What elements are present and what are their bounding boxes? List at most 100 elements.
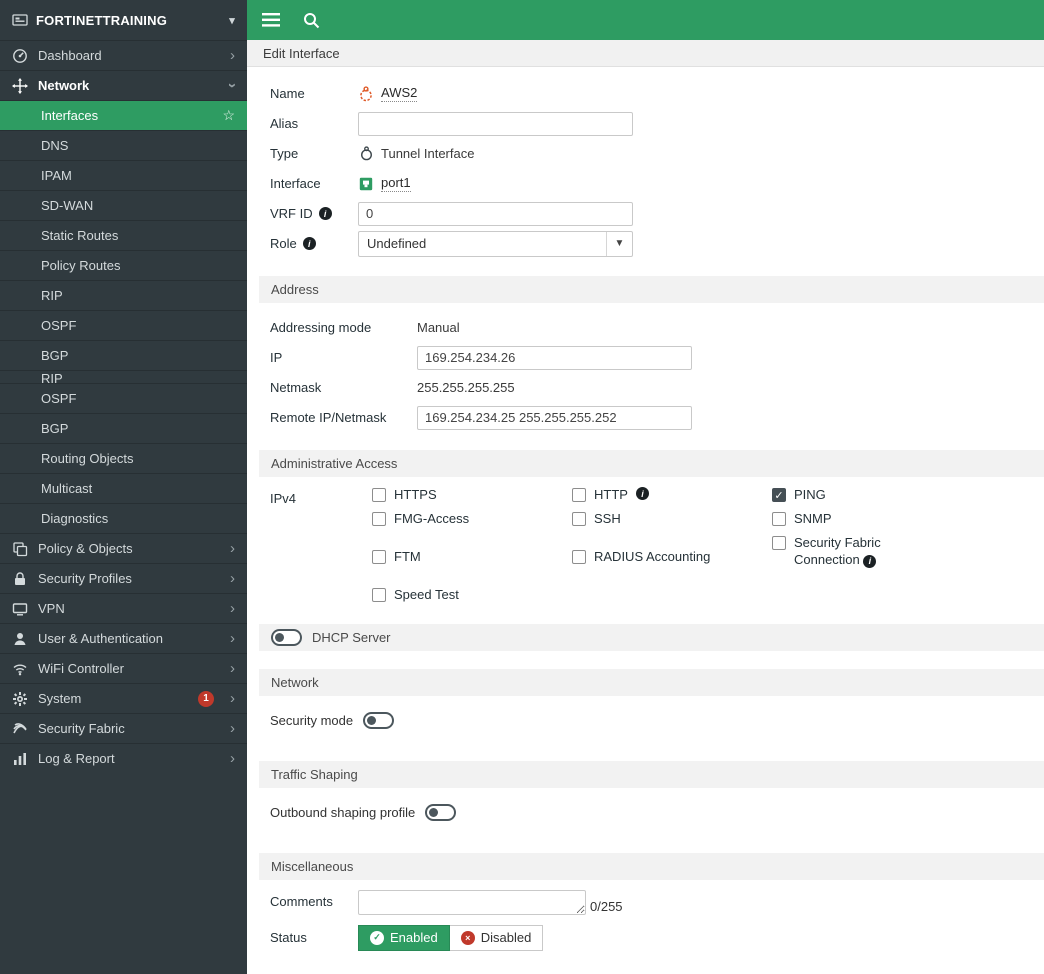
network-icon xyxy=(12,77,28,94)
fortigate-logo-icon xyxy=(12,12,28,28)
netmask-label: Netmask xyxy=(270,380,322,395)
checkbox-radius-accounting[interactable]: RADIUS Accounting xyxy=(572,549,772,564)
disabled-x-icon: × xyxy=(460,930,475,945)
chevron-right-icon: › xyxy=(230,540,235,557)
checkbox[interactable] xyxy=(372,550,386,564)
checkbox[interactable] xyxy=(372,588,386,602)
sidebar-item-multicast[interactable]: Multicast xyxy=(0,473,247,503)
status-segmented-control: ✓ Enabled × Disabled xyxy=(358,924,544,951)
ip-label: IP xyxy=(270,350,283,365)
sidebar-item-bgp-2[interactable]: BGP xyxy=(0,413,247,443)
checkbox[interactable] xyxy=(772,512,786,526)
section-header-network: Network xyxy=(259,669,1044,696)
tunnel-interface-icon xyxy=(358,146,374,162)
brand[interactable]: FORTINETTRAINING ▾ xyxy=(0,0,247,40)
chevron-right-icon: › xyxy=(230,570,235,587)
sidebar-item-security-fabric[interactable]: Security Fabric › xyxy=(0,713,247,743)
sidebar-item-diagnostics[interactable]: Diagnostics xyxy=(0,503,247,533)
status-label: Status xyxy=(270,930,307,945)
app-root: FORTINETTRAINING ▾ Dashboard › Network ›… xyxy=(0,0,1044,974)
sidebar-item-ipam[interactable]: IPAM xyxy=(0,160,247,190)
checkbox[interactable] xyxy=(772,536,786,550)
sidebar-item-bgp[interactable]: BGP xyxy=(0,340,247,370)
sidebar-item-rip-partial[interactable]: RIP xyxy=(0,370,247,383)
lock-icon xyxy=(12,571,28,587)
role-selected-value: Undefined xyxy=(367,236,427,251)
wifi-icon xyxy=(12,661,28,677)
status-enabled-button[interactable]: ✓ Enabled xyxy=(358,924,450,951)
sidebar-item-network[interactable]: Network › xyxy=(0,70,247,100)
search-icon[interactable] xyxy=(301,10,321,30)
checkbox[interactable] xyxy=(572,512,586,526)
info-icon[interactable]: i xyxy=(863,555,877,569)
remote-ip-input[interactable] xyxy=(417,405,692,430)
sidebar-item-policy-routes[interactable]: Policy Routes xyxy=(0,250,247,280)
checkbox-snmp[interactable]: SNMP xyxy=(772,511,1002,526)
checkbox[interactable] xyxy=(572,488,586,502)
checkbox[interactable] xyxy=(772,488,786,502)
dhcp-server-bar: DHCP Server xyxy=(259,624,1044,651)
section-header-miscellaneous: Miscellaneous xyxy=(259,853,1044,880)
sidebar-item-policy-objects[interactable]: Policy & Objects › xyxy=(0,533,247,563)
chevron-right-icon: › xyxy=(230,720,235,737)
sidebar-item-rip[interactable]: RIP xyxy=(0,280,247,310)
dashboard-icon xyxy=(12,48,28,64)
sidebar-item-static-routes[interactable]: Static Routes xyxy=(0,220,247,250)
checkbox-speed-test[interactable]: Speed Test xyxy=(372,587,572,602)
alias-input[interactable] xyxy=(358,111,633,136)
security-mode-toggle[interactable] xyxy=(363,712,395,729)
status-disabled-button[interactable]: × Disabled xyxy=(449,924,544,951)
sidebar-item-label: Network xyxy=(38,78,90,93)
chevron-down-icon: ▾ xyxy=(229,14,235,27)
interface-name-value[interactable]: AWS2 xyxy=(381,85,418,102)
sidebar-item-security-profiles[interactable]: Security Profiles › xyxy=(0,563,247,593)
tunnel-interface-icon xyxy=(358,85,374,102)
chevron-down-icon: ▼ xyxy=(606,231,632,256)
sidebar-item-wifi-controller[interactable]: WiFi Controller › xyxy=(0,653,247,683)
interface-parent-value[interactable]: port1 xyxy=(381,175,411,192)
sidebar-item-vpn[interactable]: VPN › xyxy=(0,593,247,623)
bar-chart-icon xyxy=(12,751,28,767)
checkbox[interactable] xyxy=(572,550,586,564)
info-icon[interactable]: i xyxy=(302,237,316,250)
sidebar-item-ospf-2[interactable]: OSPF xyxy=(0,383,247,413)
outbound-shaping-profile-toggle[interactable] xyxy=(425,804,457,821)
favorite-star-icon[interactable]: ☆ xyxy=(222,107,235,124)
info-icon[interactable]: i xyxy=(635,487,649,500)
sidebar-item-system[interactable]: System 1 › xyxy=(0,683,247,713)
checkbox-ping[interactable]: PING xyxy=(772,487,1002,502)
interface-label: Interface xyxy=(270,176,321,191)
comments-textarea[interactable] xyxy=(358,890,586,915)
sidebar-item-interfaces[interactable]: Interfaces ☆ xyxy=(0,100,247,130)
ip-input[interactable] xyxy=(417,345,692,370)
sidebar-item-dns[interactable]: DNS xyxy=(0,130,247,160)
checkbox-ftm[interactable]: FTM xyxy=(372,549,572,564)
sidebar-item-log-report[interactable]: Log & Report › xyxy=(0,743,247,773)
sidebar-item-dashboard[interactable]: Dashboard › xyxy=(0,40,247,70)
breadcrumb: Edit Interface xyxy=(247,40,1044,67)
checkbox[interactable] xyxy=(372,512,386,526)
role-select[interactable]: Undefined ▼ xyxy=(358,230,633,257)
type-value: Tunnel Interface xyxy=(381,146,475,161)
sidebar-item-user-authentication[interactable]: User & Authentication › xyxy=(0,623,247,653)
dhcp-server-toggle[interactable] xyxy=(271,629,302,646)
sidebar-item-routing-objects[interactable]: Routing Objects xyxy=(0,443,247,473)
checkbox-fmg-access[interactable]: FMG-Access xyxy=(372,511,572,526)
notification-badge: 1 xyxy=(198,690,214,707)
info-icon[interactable]: i xyxy=(318,207,332,220)
vrf-id-input[interactable] xyxy=(358,201,633,226)
security-fabric-icon xyxy=(12,721,28,737)
security-mode-label: Security mode xyxy=(270,713,354,728)
hamburger-menu-icon[interactable] xyxy=(261,10,281,30)
checkbox-http[interactable]: HTTP i xyxy=(572,487,772,502)
checkbox[interactable] xyxy=(372,488,386,502)
name-label: Name xyxy=(270,86,305,101)
sidebar-item-ospf[interactable]: OSPF xyxy=(0,310,247,340)
checkbox-ssh[interactable]: SSH xyxy=(572,511,772,526)
ipv4-access-grid: HTTPS FMG-Access FTM Speed Test HTTP i SS… xyxy=(372,487,1002,602)
checkbox-https[interactable]: HTTPS xyxy=(372,487,572,502)
edit-interface-form: Name AWS2 Alias Type Tunnel Interface In… xyxy=(247,67,1044,974)
addressing-mode-value[interactable]: Manual xyxy=(417,320,460,335)
checkbox-security-fabric-connection[interactable]: Security Fabric Connection i xyxy=(772,535,1002,569)
sidebar-item-sd-wan[interactable]: SD-WAN xyxy=(0,190,247,220)
